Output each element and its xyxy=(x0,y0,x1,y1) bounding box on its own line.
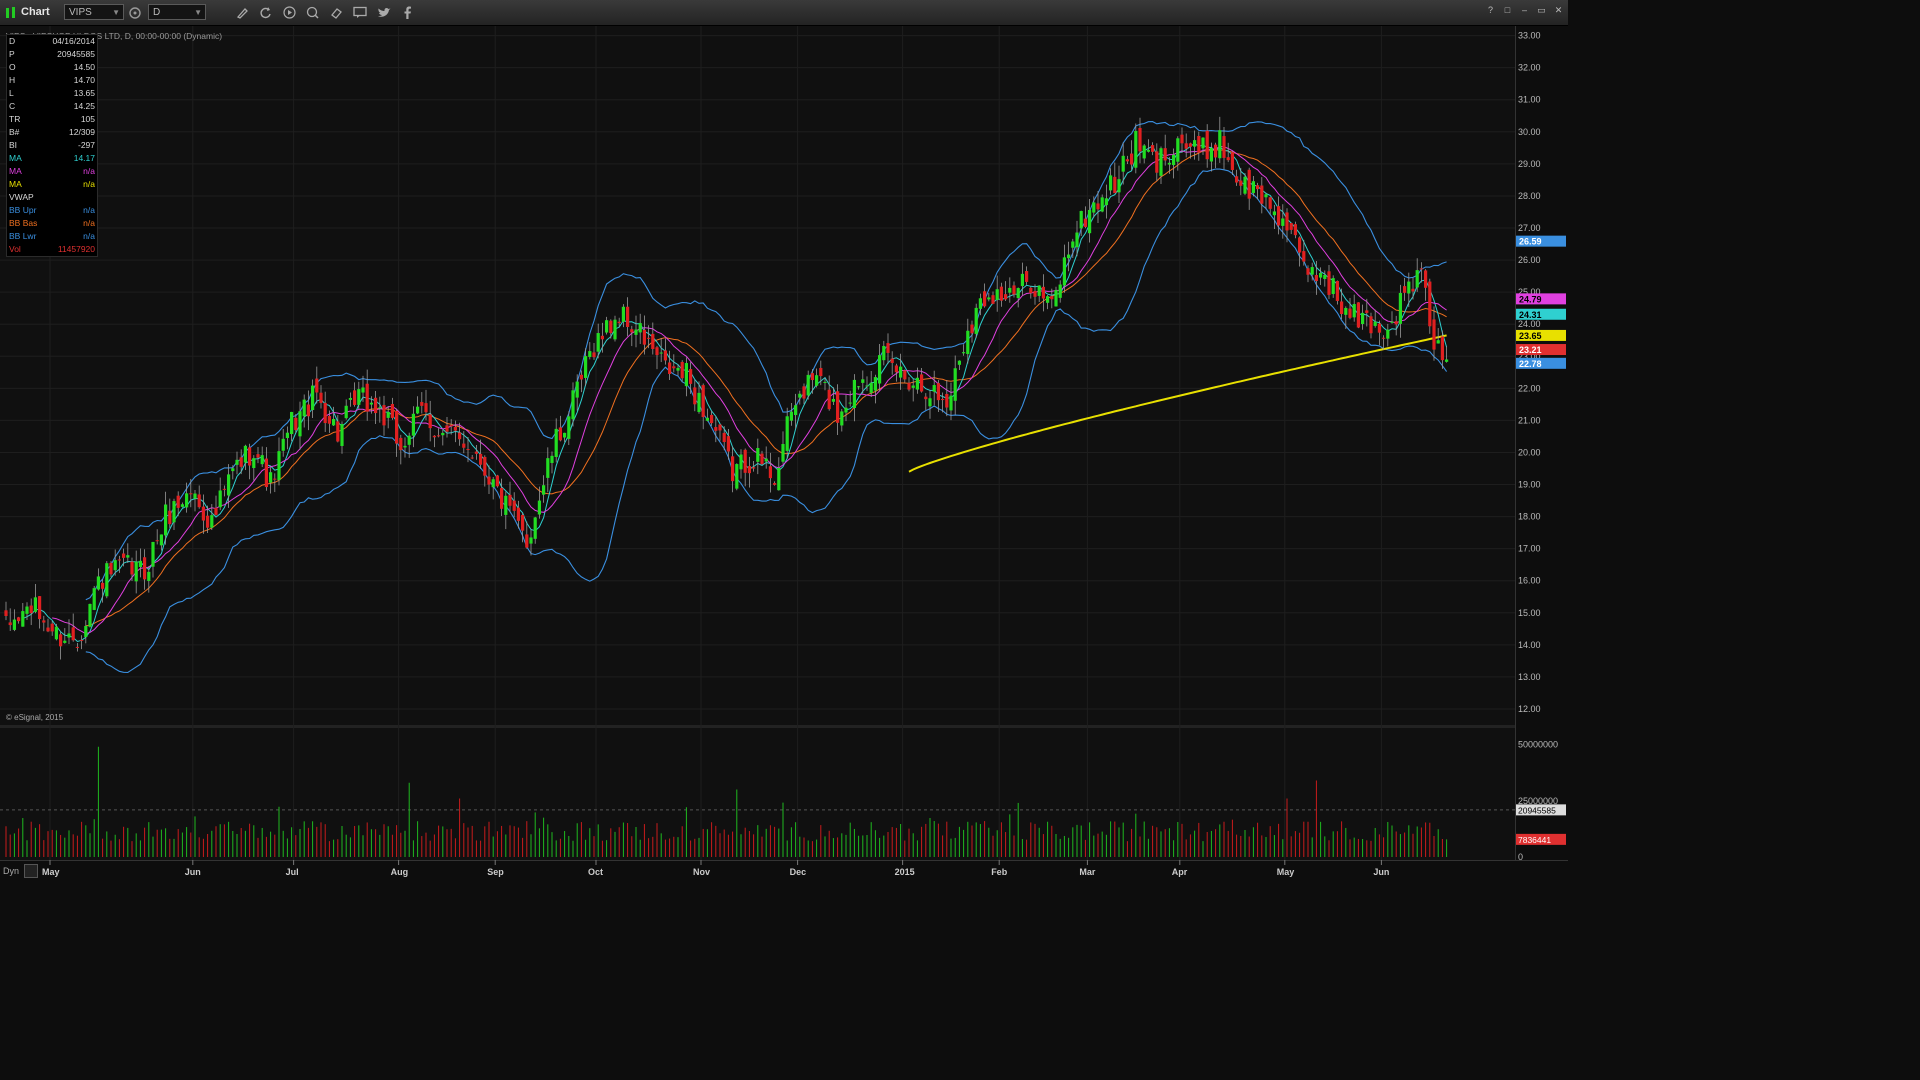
data-window-row: BB Bas n/a xyxy=(7,217,97,230)
play-icon[interactable] xyxy=(282,4,296,21)
data-window-label: B# xyxy=(9,127,20,137)
data-window-label: VWAP xyxy=(9,192,34,202)
data-window-label: TR xyxy=(9,114,21,124)
data-window-row: MA n/a xyxy=(7,178,97,191)
data-window-row: TR 105 xyxy=(7,113,97,126)
data-window-row: MA n/a xyxy=(7,165,97,178)
data-window-row: VWAP xyxy=(7,191,97,204)
data-window-value: 14.25 xyxy=(73,101,95,111)
data-window-value: 11457920 xyxy=(57,244,95,254)
data-window-value: 12/309 xyxy=(69,127,95,137)
eraser-icon[interactable] xyxy=(329,4,343,21)
data-window-row: BB Lwr n/a xyxy=(7,230,97,243)
refresh-icon[interactable] xyxy=(258,4,272,21)
data-window-row: Vol 11457920 xyxy=(7,243,97,256)
maximize-button[interactable]: ▭ xyxy=(1534,3,1549,17)
chart-app-icon xyxy=(5,4,17,21)
data-window-label: BI xyxy=(9,140,18,150)
data-window-value: 14.17 xyxy=(73,153,95,163)
data-window-value: n/a xyxy=(83,205,95,215)
price-axis[interactable] xyxy=(1515,26,1569,860)
data-window[interactable]: D 04/16/2014 P 20945585 O 14.50 H 14.70 L 13.65 C 1… xyxy=(6,34,98,257)
copyright: © eSignal, 2015 xyxy=(6,713,64,722)
data-window-label: BB Bas xyxy=(9,218,38,228)
facebook-icon[interactable] xyxy=(401,4,413,21)
data-window-row: BB Upr n/a xyxy=(7,204,97,217)
dynamic-label: Dyn xyxy=(3,866,20,876)
data-window-row: C 14.25 xyxy=(7,100,97,113)
data-window-label: L xyxy=(9,88,14,98)
restore-button[interactable]: □ xyxy=(1500,3,1515,17)
chat-icon[interactable] xyxy=(352,4,367,21)
data-window-row: P 20945585 xyxy=(7,48,97,61)
toolbar: Chart VIPS ▼ D ▼ ? □ – ▭ ✕ xyxy=(0,0,1568,26)
data-window-label: MA xyxy=(9,153,22,163)
dynamic-toggle[interactable] xyxy=(24,864,38,878)
interval-input[interactable]: D ▼ xyxy=(148,4,206,20)
data-window-row: O 14.50 xyxy=(7,61,97,74)
data-window-row: D 04/16/2014 xyxy=(7,35,97,48)
data-window-value: 20945585 xyxy=(57,49,95,59)
symbol-value: VIPS xyxy=(69,7,92,18)
data-window-label: Vol xyxy=(9,244,21,254)
chevron-down-icon[interactable]: ▼ xyxy=(112,5,120,21)
data-window-label: H xyxy=(9,75,16,85)
data-window-label: MA xyxy=(9,166,22,176)
pencil-icon[interactable] xyxy=(235,4,249,21)
volume-panel[interactable] xyxy=(0,728,1515,860)
data-window-label: BB Lwr xyxy=(9,231,37,241)
data-window-label: O xyxy=(9,62,16,72)
data-window-row: H 14.70 xyxy=(7,74,97,87)
help-button[interactable]: ? xyxy=(1483,3,1498,17)
data-window-label: BB Upr xyxy=(9,205,37,215)
data-window-value: 13.65 xyxy=(73,88,95,98)
data-window-label: P xyxy=(9,49,15,59)
interval-value: D xyxy=(153,7,161,18)
data-window-value: n/a xyxy=(83,179,95,189)
minimize-button[interactable]: – xyxy=(1517,3,1532,17)
data-window-value: n/a xyxy=(83,166,95,176)
data-window-value: 14.50 xyxy=(73,62,95,72)
data-window-value: -297 xyxy=(77,140,95,150)
chevron-down-icon[interactable]: ▼ xyxy=(194,5,202,21)
data-window-value: n/a xyxy=(83,231,95,241)
price-panel[interactable] xyxy=(0,26,1515,725)
link-icon[interactable] xyxy=(127,4,143,21)
data-window-label: MA xyxy=(9,179,22,189)
data-window-row: BI -297 xyxy=(7,139,97,152)
data-window-row: MA 14.17 xyxy=(7,152,97,165)
data-window-label: C xyxy=(9,101,16,111)
data-window-value: 14.70 xyxy=(73,75,95,85)
close-button[interactable]: ✕ xyxy=(1551,3,1566,17)
data-window-row: L 13.65 xyxy=(7,87,97,100)
data-window-label: D xyxy=(9,36,16,46)
time-axis[interactable] xyxy=(0,860,1568,883)
zoom-icon[interactable] xyxy=(305,4,319,21)
data-window-value: 105 xyxy=(80,114,95,124)
data-window-row: B# 12/309 xyxy=(7,126,97,139)
data-window-value: 04/16/2014 xyxy=(52,36,95,46)
twitter-icon[interactable] xyxy=(376,4,391,21)
window-title: Chart xyxy=(21,6,50,18)
symbol-input[interactable]: VIPS ▼ xyxy=(64,4,124,20)
data-window-value: n/a xyxy=(83,218,95,228)
